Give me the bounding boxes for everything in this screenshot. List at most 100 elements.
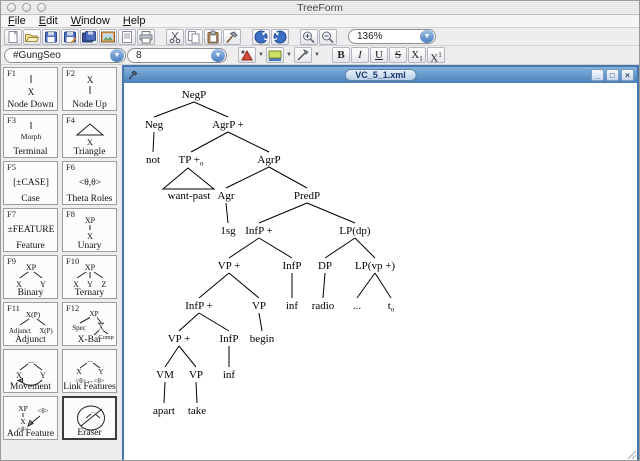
tree-node-agr[interactable]: Agr [217, 190, 234, 202]
save-button[interactable] [42, 28, 60, 45]
size-combo-arrow-icon[interactable]: ▼ [211, 48, 225, 62]
italic-button[interactable]: I [351, 47, 369, 63]
tree-node-predp[interactable]: PredP [294, 190, 320, 202]
palette-button-node-down[interactable]: F1 X Node Down [3, 67, 58, 111]
svg-text:<θ,θ>: <θ,θ> [79, 178, 101, 188]
line-color-button[interactable] [294, 47, 312, 63]
menu-help[interactable]: Help [123, 15, 146, 27]
palette-button-movement[interactable]: ... X Y Movement [3, 349, 58, 393]
palette-button-feature[interactable]: F7 [±FEATURE] Feature [3, 208, 58, 252]
print-button[interactable] [137, 28, 155, 45]
tree-node-agrp2[interactable]: AgrP [257, 154, 280, 166]
palette-button-unary[interactable]: F8 XP X Unary [62, 208, 117, 252]
palette-button-node-up[interactable]: F2 X Node Up [62, 67, 117, 111]
palette-button-case[interactable]: F5 [±CASE] Case [3, 161, 58, 205]
close-button[interactable]: × [621, 69, 634, 81]
redo-button[interactable] [271, 28, 289, 45]
maximize-button[interactable]: □ [606, 69, 619, 81]
palette-button-add-feature[interactable]: XP X <θ> <θ> Add Feature [3, 396, 58, 440]
paste-button[interactable] [204, 28, 222, 45]
tree-node-vp2[interactable]: VP [252, 300, 266, 312]
line-color-dropdown-arrow[interactable]: ▼ [313, 47, 321, 63]
tree-node-vm[interactable]: VM [156, 369, 174, 381]
font-family-combobox[interactable]: #GungSeo ▼ [4, 47, 126, 63]
tree-node-want[interactable]: want-past [168, 190, 211, 202]
font-size-combobox[interactable]: 8 ▼ [127, 47, 227, 63]
export-image-button[interactable] [99, 28, 117, 45]
zoom-level-combobox[interactable]: 136% ▼ [348, 29, 436, 44]
palette-button-label: Theta Roles [66, 194, 113, 204]
highlight-color-button[interactable] [266, 47, 284, 63]
palette-button-triangle[interactable]: F4 X Triangle [62, 114, 117, 158]
resize-grip[interactable] [626, 449, 636, 459]
tree-node-dp[interactable]: DP [318, 260, 332, 272]
palette-button-binary[interactable]: F9 XP X Y Binary [3, 255, 58, 299]
minimize-button[interactable]: _ [591, 69, 604, 81]
tree-node-lpdp[interactable]: LP(dp) [339, 225, 371, 237]
tree-node-infp4[interactable]: InfP [220, 333, 239, 345]
document-titlebar[interactable]: VC_5_1.xml _ □ × [124, 67, 637, 83]
tree-node-radio[interactable]: radio [312, 300, 335, 312]
tree-node-agrp1[interactable]: AgrP + [212, 119, 244, 131]
tree-node-sg1[interactable]: 1sg [220, 225, 236, 237]
tree-node-vp4[interactable]: VP [189, 369, 203, 381]
cut-button[interactable] [166, 28, 184, 45]
palette-button-link-features[interactable]: ... X Y <θ>↔<θ> Link Features [62, 349, 117, 393]
tree-node-infp3[interactable]: InfP + [185, 300, 213, 312]
export-document-button[interactable] [118, 28, 136, 45]
palette-button-ternary[interactable]: F10 XP X Y Z Ternary [62, 255, 117, 299]
strikethrough-button[interactable]: S [389, 47, 407, 63]
font-combo-arrow-icon[interactable]: ▼ [110, 48, 124, 62]
node-color-button[interactable] [238, 47, 256, 63]
tree-edge [258, 312, 263, 332]
highlight-color-dropdown-arrow[interactable]: ▼ [285, 47, 293, 63]
new-file-button[interactable] [4, 28, 22, 45]
tree-canvas[interactable]: NegP Neg AgrP + not TP +o AgrP want-past Agr Pre… [124, 83, 637, 460]
tree-node-negp[interactable]: NegP [182, 89, 206, 101]
tree-node-t[interactable]: to [388, 300, 395, 314]
palette-button-eraser[interactable]: ... Eraser [62, 396, 117, 440]
tree-node-neg[interactable]: Neg [145, 119, 164, 131]
tree-node-take[interactable]: take [188, 405, 206, 417]
new-file-icon [8, 30, 18, 43]
tools-button[interactable] [223, 28, 241, 45]
tree-node-vp3[interactable]: VP + [168, 333, 191, 345]
open-file-button[interactable] [23, 28, 41, 45]
bold-button[interactable]: B [332, 47, 350, 63]
mac-titlebar[interactable]: TreeForm [1, 1, 639, 15]
zoom-combo-arrow-icon[interactable]: ▼ [420, 30, 434, 43]
zoom-in-button[interactable] [300, 28, 318, 45]
tree-edge [178, 312, 200, 332]
underline-button[interactable]: U [370, 47, 388, 63]
palette-button-x-bar[interactable]: F12 XP Spec X Compl X-Bar [62, 302, 117, 346]
tree-node-lpvp[interactable]: LP(vp +) [355, 260, 395, 272]
subscript-button[interactable]: X1 [408, 47, 426, 63]
tree-node-infp1[interactable]: InfP + [245, 225, 273, 237]
palette-button-terminal[interactable]: F3 Morph Terminal [3, 114, 58, 158]
palette-button-theta-roles[interactable]: F6 <θ,θ> Theta Roles [62, 161, 117, 205]
palette-button-adjunct[interactable]: F11 X(P) Adjunct X(P) Adjunct [3, 302, 58, 346]
menu-edit[interactable]: Edit [39, 15, 58, 27]
tree-node-dots[interactable]: ... [353, 300, 362, 312]
tree-node-apart[interactable]: apart [153, 405, 175, 417]
node-color-dropdown-arrow[interactable]: ▼ [257, 47, 265, 63]
tree-edge [228, 272, 260, 299]
zoom-out-button[interactable] [319, 28, 337, 45]
svg-text:X: X [28, 87, 35, 97]
tree-node-tp[interactable]: TP +o [179, 154, 204, 168]
tree-node-inf2[interactable]: inf [223, 369, 236, 381]
svg-text:XP: XP [85, 263, 96, 272]
menu-file[interactable]: File [8, 15, 26, 27]
menu-window[interactable]: Window [71, 15, 110, 27]
save-all-button[interactable] [80, 28, 98, 45]
tree-node-infp2[interactable]: InfP [283, 260, 302, 272]
tree-node-not[interactable]: not [146, 154, 160, 166]
tree-node-vp1[interactable]: VP + [218, 260, 241, 272]
zoom-level-value: 136% [357, 31, 383, 42]
undo-button[interactable] [252, 28, 270, 45]
superscript-button[interactable]: X1 [427, 47, 445, 65]
save-as-button[interactable] [61, 28, 79, 45]
copy-button[interactable] [185, 28, 203, 45]
tree-node-begin[interactable]: begin [250, 333, 275, 345]
tree-node-inf1[interactable]: inf [286, 300, 299, 312]
